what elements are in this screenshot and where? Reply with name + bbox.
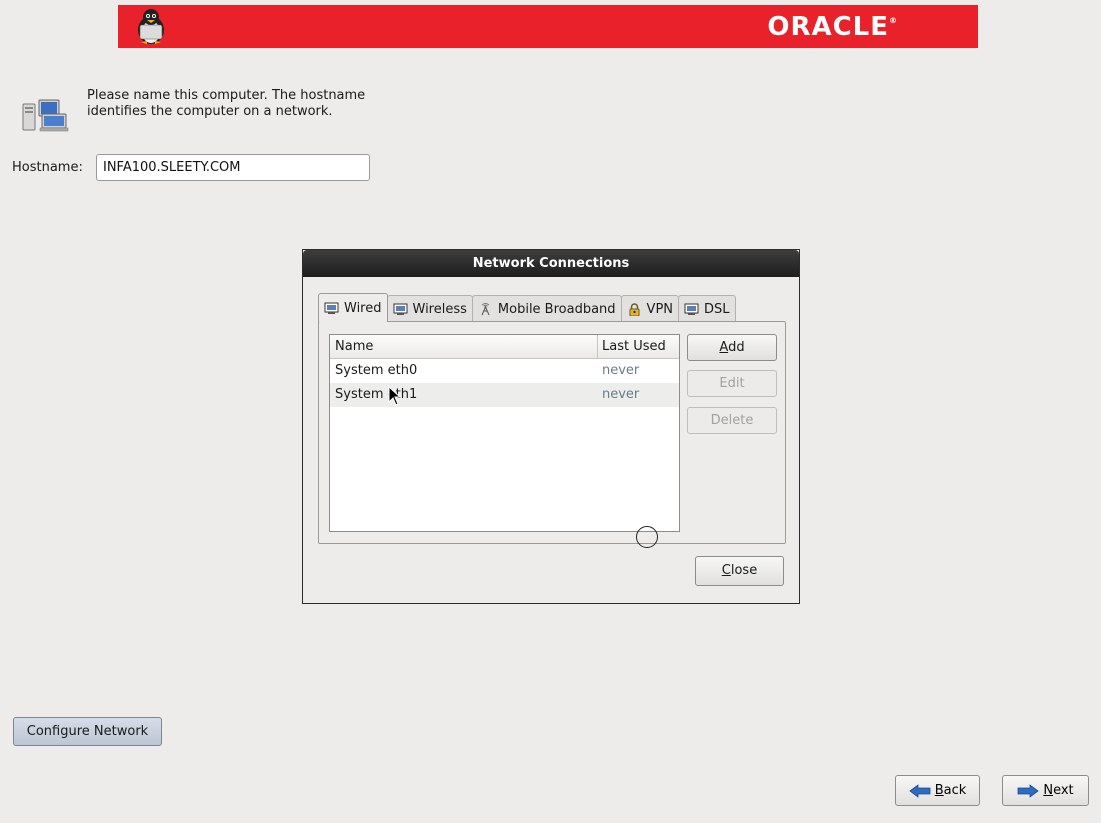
network-computers-icon [22, 99, 69, 132]
wired-tab-panel: Name Last Used System eth0 never System … [318, 321, 786, 544]
busy-cursor-icon [636, 526, 658, 548]
list-header: Name Last Used [330, 335, 679, 359]
connection-name: System eth1 [335, 387, 418, 402]
connection-type-tabs: Wired Wireless Mobile Broadband VPN DSL [318, 293, 736, 322]
mouse-pointer-icon [388, 386, 402, 406]
table-row[interactable]: System eth0 never [330, 359, 679, 383]
table-row[interactable]: System eth1 never [330, 383, 679, 407]
network-card-icon [324, 302, 339, 314]
back-button[interactable]: Back [895, 775, 980, 806]
arrow-right-icon [1017, 783, 1040, 798]
add-button[interactable]: Add [687, 334, 777, 361]
connection-name: System eth0 [335, 363, 418, 378]
tab-vpn[interactable]: VPN [620, 295, 680, 322]
tab-wired[interactable]: Wired [318, 293, 388, 322]
hostname-input[interactable] [96, 154, 370, 181]
tux-penguin-icon [138, 9, 164, 44]
network-card-icon [684, 303, 699, 315]
configure-network-button[interactable]: Configure Network [13, 717, 162, 746]
hostname-label: Hostname: [12, 160, 83, 175]
antenna-icon [481, 302, 490, 315]
tab-wireless[interactable]: Wireless [386, 295, 473, 322]
connection-last-used: never [602, 387, 640, 402]
tab-mobile-broadband[interactable]: Mobile Broadband [471, 295, 622, 322]
column-header-name[interactable]: Name [330, 335, 598, 358]
hostname-description: Please name this computer. The hostname … [87, 88, 366, 119]
tab-dsl[interactable]: DSL [678, 295, 736, 322]
edit-button[interactable]: Edit [687, 370, 777, 397]
dialog-title: Network Connections [303, 250, 799, 277]
network-card-icon [393, 303, 407, 315]
delete-button[interactable]: Delete [687, 407, 777, 434]
next-button[interactable]: Next [1002, 775, 1089, 806]
connections-list[interactable]: Name Last Used System eth0 never System … [329, 334, 680, 532]
close-button[interactable]: Close [695, 556, 784, 586]
oracle-logo: ORACLE® [767, 12, 898, 42]
lock-icon [629, 302, 640, 316]
connection-last-used: never [602, 363, 640, 378]
header-banner: ORACLE® [118, 5, 978, 48]
network-connections-dialog: Network Connections Wired Wireless Mobil… [302, 249, 800, 604]
column-header-last-used[interactable]: Last Used [598, 335, 679, 358]
arrow-left-icon [909, 783, 931, 798]
